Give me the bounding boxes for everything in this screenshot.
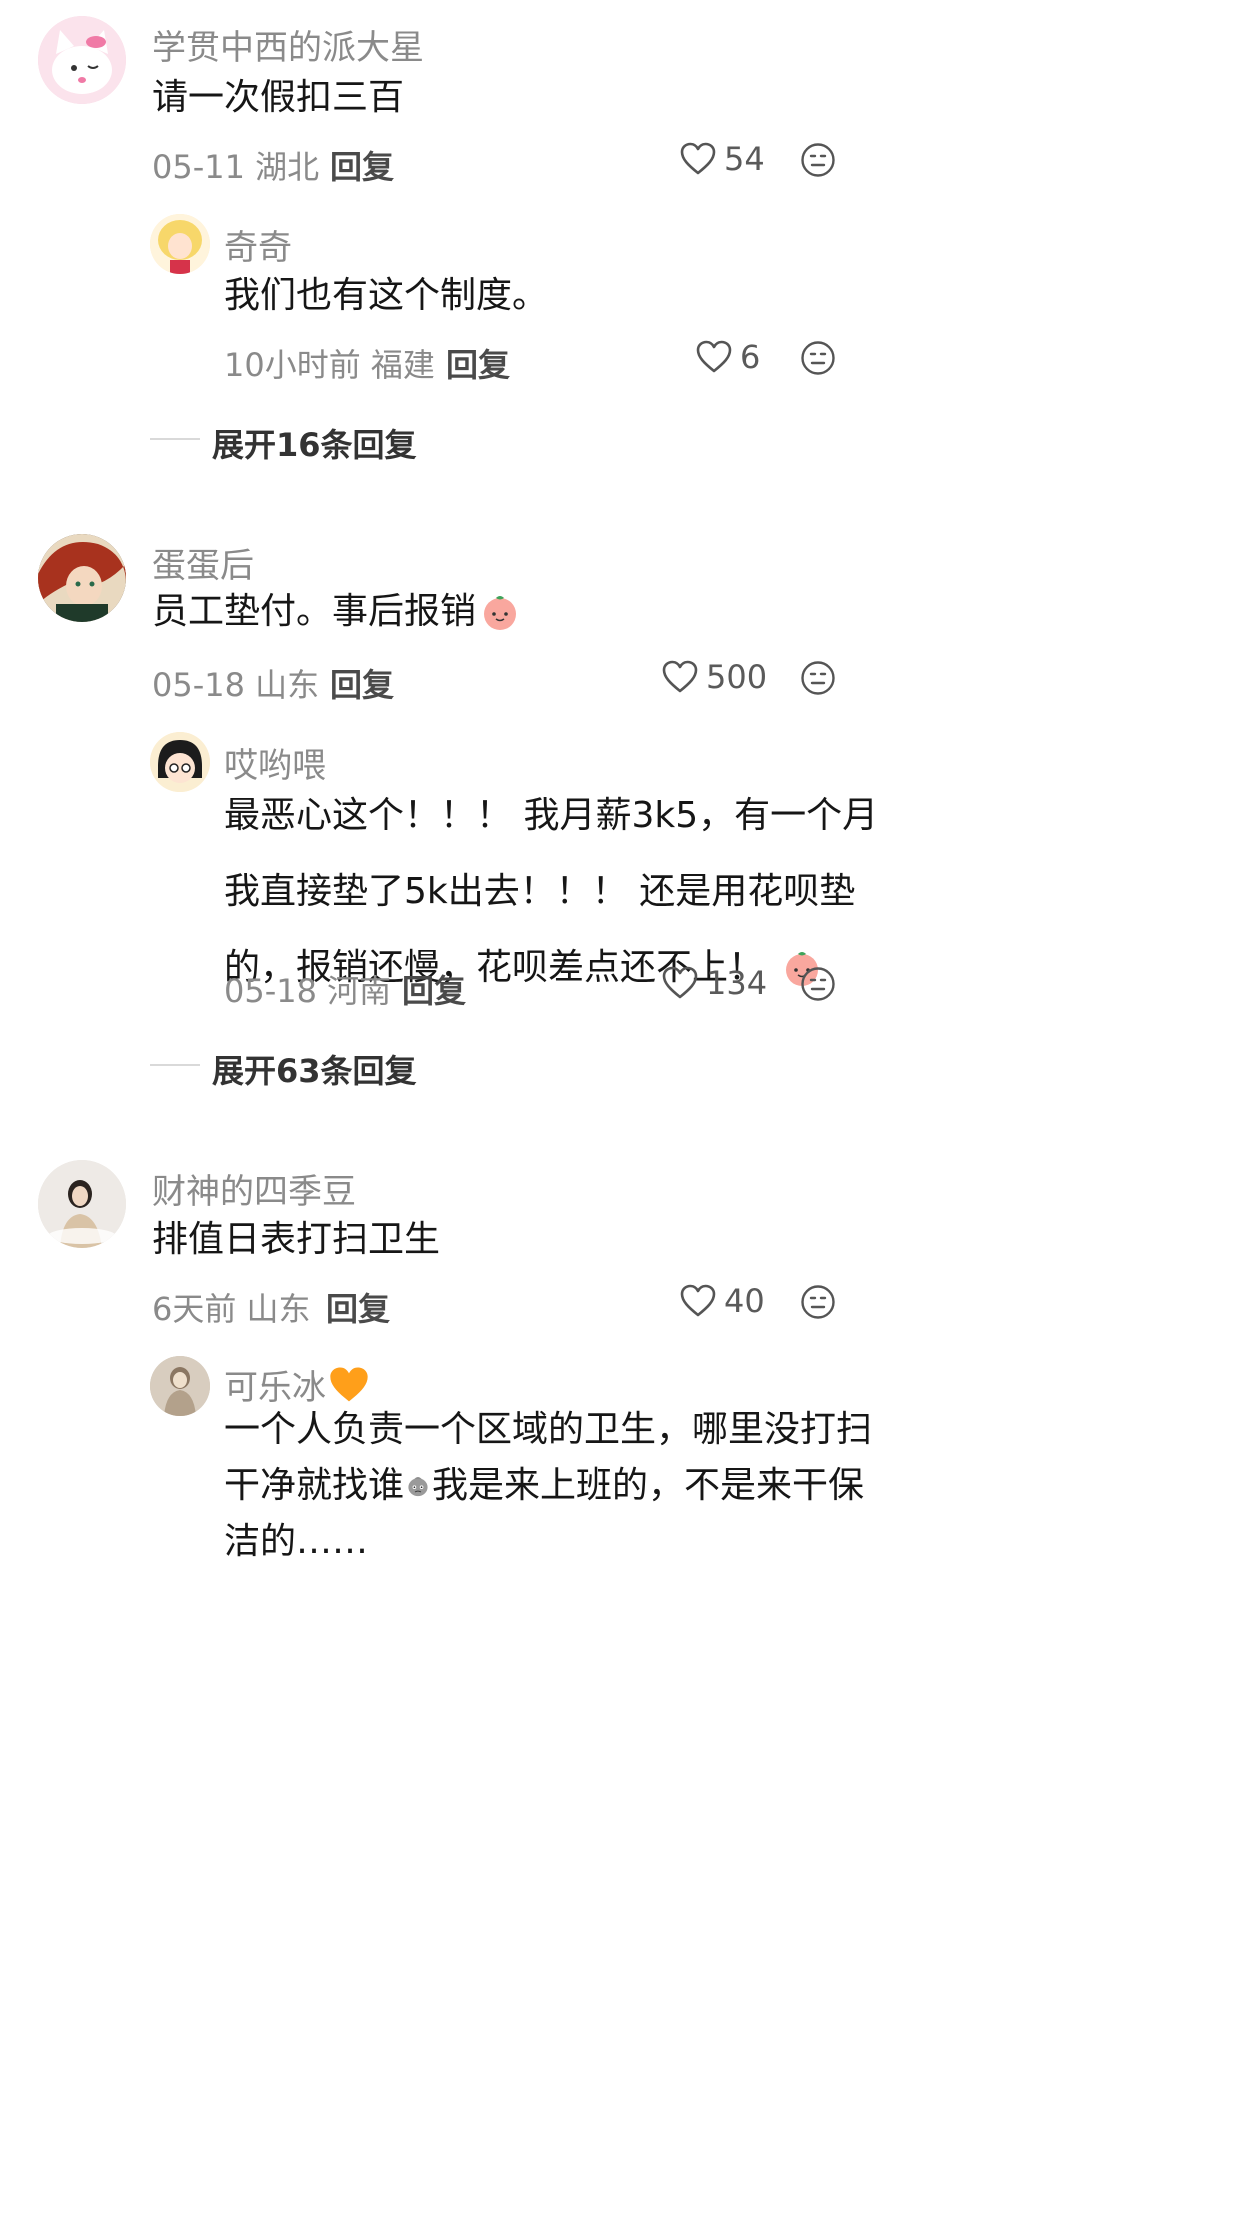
heart-outline-icon	[680, 142, 716, 175]
neutral-face-icon	[801, 143, 835, 177]
reply-button[interactable]: 回复	[330, 660, 394, 706]
reply-button[interactable]: 回复	[326, 1284, 390, 1330]
reply-button[interactable]: 回复	[402, 966, 466, 1012]
reply-text-line: 我直接垫了5k出去！！！ 还是用花呗垫	[224, 871, 856, 912]
dislike-button[interactable]	[800, 1284, 836, 1324]
expand-divider	[150, 1064, 200, 1066]
figure-avatar-icon	[150, 1356, 210, 1416]
comment-meta: 05-11 湖北	[152, 148, 320, 186]
cat-avatar-icon	[38, 16, 126, 104]
reply-button[interactable]: 回复	[446, 340, 510, 386]
peach-face-emoji	[484, 596, 517, 630]
like-count: 500	[706, 658, 768, 696]
dislike-button[interactable]	[800, 660, 836, 700]
comment-meta: 05-18 山东	[152, 666, 320, 704]
reply-text-mixed-line: 干净就找谁 我是来上班的，不是来干保	[224, 1458, 864, 1514]
dislike-button[interactable]	[800, 142, 836, 182]
neutral-face-icon	[801, 661, 835, 695]
like-button[interactable]: 500	[662, 658, 767, 696]
reply-text-line: 干净就找谁	[224, 1465, 405, 1506]
anime-girl-avatar-icon	[38, 534, 126, 622]
reply-text-line: 最恶心这个！！！ 我月薪3k5，有一个月	[224, 795, 879, 836]
like-count: 6	[740, 338, 761, 376]
cartoon-girl-avatar-icon	[150, 732, 210, 792]
heart-outline-icon	[662, 660, 698, 693]
heart-outline-icon	[662, 966, 698, 999]
dislike-button[interactable]	[800, 340, 836, 380]
avatar[interactable]	[38, 1160, 126, 1248]
like-button[interactable]: 54	[680, 140, 765, 178]
like-button[interactable]: 134	[662, 964, 767, 1002]
like-count: 54	[724, 140, 765, 178]
like-button[interactable]: 40	[680, 1282, 765, 1320]
reply-avatar[interactable]	[150, 214, 210, 274]
reply-button[interactable]: 回复	[330, 142, 394, 188]
reply-meta: 10小时前 福建	[224, 346, 435, 384]
comment-text: 请一次假扣三百	[152, 77, 405, 118]
reply-text: 我们也有这个制度。	[224, 275, 549, 316]
reply-text-line: 我是来上班的，不是来干保	[431, 1465, 864, 1506]
dislike-button[interactable]	[800, 966, 836, 1006]
reply-username[interactable]: 奇奇	[224, 220, 292, 269]
expand-replies-button[interactable]: 展开16条回复	[212, 420, 417, 466]
reply-text: 一个人负责一个区域的卫生，哪里没打扫 干净就找谁 我是来上班的，不是来干保 洁的…	[224, 1402, 873, 1570]
reply-meta: 05-18 河南	[224, 972, 392, 1010]
sailor-avatar-icon	[150, 214, 210, 274]
reply-avatar[interactable]	[150, 732, 210, 792]
username[interactable]: 学贯中西的派大星	[152, 20, 424, 69]
reply-text-line: 一个人负责一个区域的卫生，哪里没打扫	[224, 1409, 873, 1450]
neutral-face-icon	[801, 1285, 835, 1319]
photo-avatar-icon	[38, 1160, 126, 1248]
avatar[interactable]	[38, 16, 126, 104]
avatar[interactable]	[38, 534, 126, 622]
username[interactable]: 蛋蛋后	[152, 538, 254, 587]
heart-outline-icon	[696, 340, 732, 373]
like-button[interactable]: 6	[696, 338, 760, 376]
comment-meta: 6天前 山东	[152, 1290, 311, 1328]
gray-face-emoji	[408, 1477, 428, 1497]
orange-heart-emoji	[330, 1367, 368, 1401]
like-count: 40	[724, 1282, 765, 1320]
reply-avatar[interactable]	[150, 1356, 210, 1416]
expand-replies-button[interactable]: 展开63条回复	[212, 1046, 417, 1092]
expand-divider	[150, 438, 200, 440]
comment-text-row: 员工垫付。事后报销	[152, 592, 520, 632]
comment-text: 排值日表打扫卫生	[152, 1219, 441, 1260]
heart-outline-icon	[680, 1284, 716, 1317]
like-count: 134	[706, 964, 768, 1002]
neutral-face-icon	[801, 341, 835, 375]
comment-text: 员工垫付。事后报销	[152, 591, 477, 632]
username[interactable]: 财神的四季豆	[152, 1164, 356, 1213]
reply-text-line: 洁的……	[224, 1521, 369, 1562]
neutral-face-icon	[801, 967, 835, 1001]
